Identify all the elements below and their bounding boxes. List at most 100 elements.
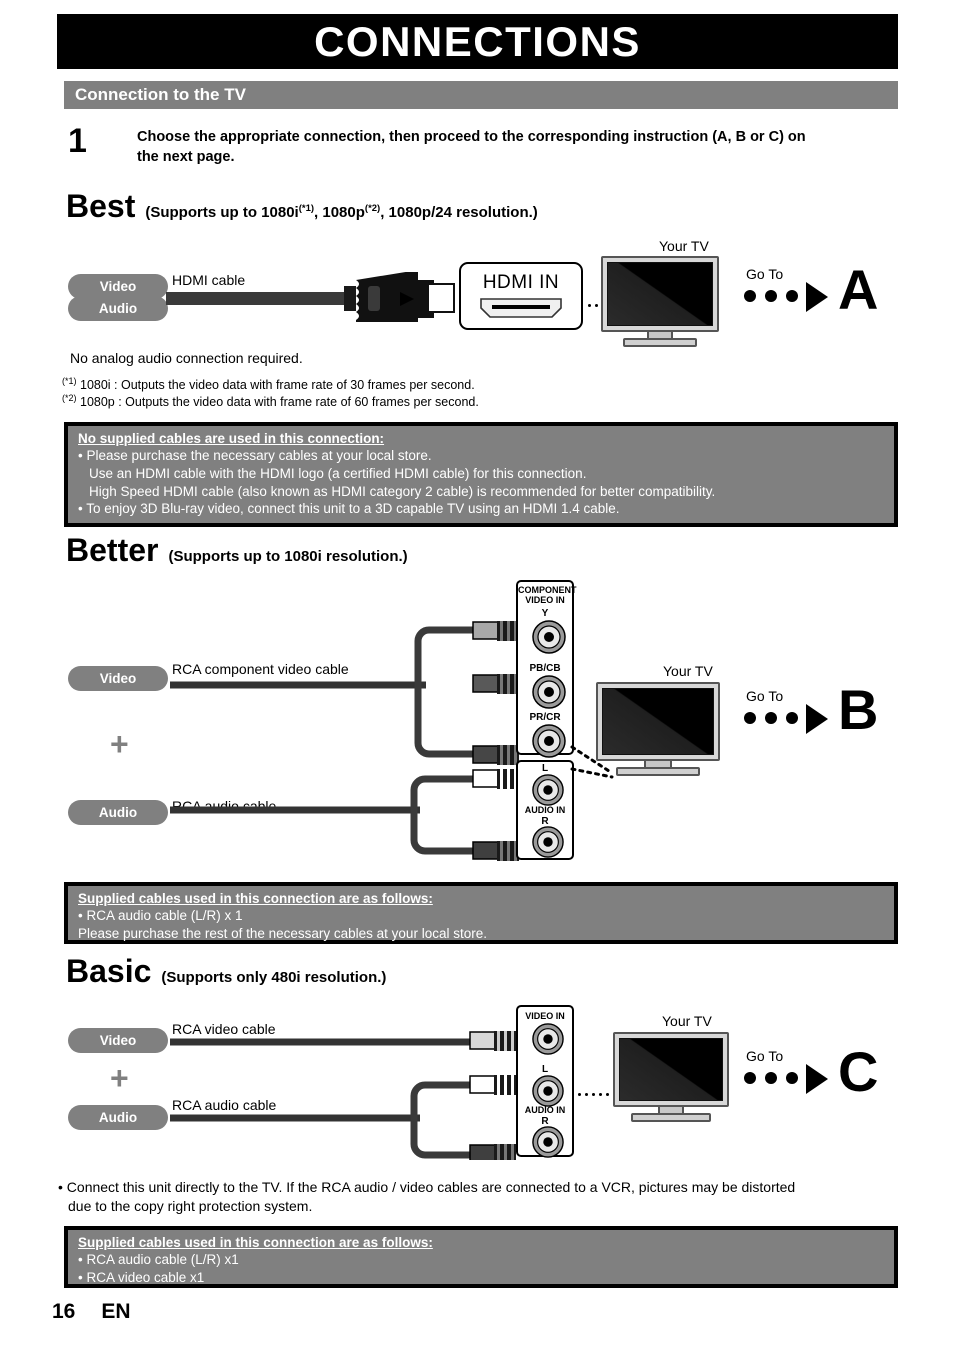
section-header-bar: Connection to the TV (64, 81, 898, 109)
note-better-line-1: • RCA audio cable (L/R) x 1 (78, 908, 243, 923)
better-rca-jack-r-icon (532, 826, 564, 858)
basic-jack-label-l: L (541, 1064, 549, 1075)
basic-plus-sign: + (110, 1060, 129, 1096)
best-goto-dots (744, 290, 798, 302)
tier-heading-basic: Basic (Supports only 480i resolution.) (66, 955, 386, 987)
best-goto-group: Go To A (744, 262, 894, 336)
basic-pill-video: Video (68, 1028, 168, 1053)
basic-caution-text: • Connect this unit directly to the TV. … (58, 1178, 898, 1217)
hdmi-in-jack-box: HDMI IN (459, 262, 583, 330)
tier-basic-subtitle: (Supports only 480i resolution.) (161, 969, 387, 986)
note-best-header: No supplied cables are used in this conn… (78, 431, 385, 446)
note-box-better: Supplied cables used in this connection … (64, 882, 898, 944)
best-your-tv-label: Your TV (659, 238, 709, 254)
note-basic-line-2: • RCA video cable x1 (78, 1269, 205, 1285)
footnote-1-text: 1080i : Outputs the video data with fram… (80, 378, 475, 393)
tier-best-sub-pre: (Supports up to 1080i (145, 204, 299, 221)
better-tv-bezel (596, 682, 720, 761)
jack-label-pr: PR/CR (529, 712, 561, 723)
basic-dotted-connector (578, 1083, 613, 1101)
tier-better-subtitle: (Supports up to 1080i resolution.) (168, 548, 408, 565)
basic-tv-stand (631, 1113, 711, 1122)
basic-tv-screen (619, 1038, 723, 1101)
tier-best-sub-post: , 1080p/24 resolution.) (380, 204, 538, 221)
tier-best-sup1: (*1) (298, 203, 315, 214)
rca-jack-pr-icon (532, 724, 566, 758)
step-instruction: Choose the appropriate connection, then … (137, 129, 806, 165)
tier-best-sup2: (*2) (364, 203, 381, 214)
better-goto-letter: B (838, 678, 879, 741)
better-rca-jack-l-icon (532, 774, 564, 806)
page-title-banner: CONNECTIONS (57, 14, 898, 69)
note-box-basic: Supplied cables used in this connection … (64, 1226, 898, 1288)
best-tv-screen (607, 262, 713, 326)
basic-pill-audio: Audio (68, 1105, 168, 1130)
jack-label-y: Y (541, 608, 549, 619)
page-number: 16 (52, 1300, 76, 1323)
jack-label-pb: PB/CB (529, 663, 561, 674)
basic-caution-line-1: • Connect this unit directly to the TV. … (58, 1179, 796, 1195)
basic-goto-label: Go To (746, 1048, 784, 1064)
basic-goto-letter: C (838, 1040, 879, 1103)
best-goto-letter: A (838, 258, 879, 321)
language-code: EN (101, 1300, 131, 1323)
basic-cables-graphic (170, 1031, 516, 1160)
better-tv-stand (616, 767, 700, 776)
component-video-jack-panel: COMPONENT VIDEO IN Y PB/CB PR/CR (516, 580, 577, 758)
basic-rca-jack-l-icon (532, 1075, 564, 1107)
note-best-line-1: • Please purchase the necessary cables a… (78, 448, 432, 463)
rca-jack-y-icon (532, 620, 566, 654)
section-header-label: Connection to the TV (75, 85, 246, 104)
better-your-tv-label: Your TV (663, 663, 713, 679)
better-pill-video: Video (68, 666, 168, 691)
note-best-line-2: Use an HDMI cable with the HDMI logo (a … (89, 465, 587, 481)
better-cables-graphic (170, 621, 519, 861)
better-audio-panel-title: AUDIO IN (524, 805, 566, 815)
note-better-header: Supplied cables used in this connection … (78, 891, 433, 906)
best-tv-stand (623, 338, 697, 347)
best-tv-bezel (601, 256, 719, 332)
footnote-1: (*1) 1080i : Outputs the video data with… (62, 376, 475, 392)
tier-best-sub-mid: , 1080p (314, 204, 365, 221)
basic-rca-jack-r-icon (532, 1126, 564, 1158)
step-number: 1 (68, 122, 87, 160)
component-panel-title-line1: COMPONENT (518, 585, 577, 595)
basic-jack-panel: VIDEO IN L AUDIO IN R (516, 1005, 574, 1158)
better-goto-arrow-icon (806, 704, 828, 734)
note-box-best: No supplied cables are used in this conn… (64, 422, 898, 527)
basic-goto-group: Go To C (744, 1044, 894, 1118)
tier-best-word: Best (66, 188, 136, 224)
page-footer: 16 EN (52, 1300, 131, 1324)
best-no-analog-note: No analog audio connection required. (70, 350, 303, 366)
better-goto-dots (744, 712, 798, 724)
note-basic-line-1: • RCA audio cable (L/R) x1 (78, 1252, 239, 1267)
best-goto-label: Go To (746, 266, 784, 282)
basic-rca-jack-video-icon (532, 1023, 564, 1055)
better-tv-graphic (596, 682, 720, 776)
better-goto-label: Go To (746, 688, 784, 704)
tier-heading-best: Best (Supports up to 1080i(*1), 1080p(*2… (66, 190, 538, 222)
better-audio-jack-panel: L AUDIO IN R (516, 760, 574, 860)
hdmi-cable-graphic (166, 272, 455, 322)
footnote-2: (*2) 1080p : Outputs the video data with… (62, 393, 479, 409)
component-panel-title-line2: VIDEO IN (525, 595, 565, 606)
better-tv-screen (602, 688, 714, 755)
page-title: CONNECTIONS (314, 17, 641, 65)
footnote-1-marker: (*1) (62, 376, 77, 386)
tier-best-subtitle: (Supports up to 1080i(*1), 1080p(*2), 10… (145, 203, 537, 221)
footnote-2-marker: (*2) (62, 393, 77, 403)
best-tv-graphic (601, 256, 719, 347)
basic-goto-dots (744, 1072, 798, 1084)
better-pill-audio: Audio (68, 800, 168, 825)
hdmi-in-label: HDMI IN (482, 272, 560, 293)
basic-goto-arrow-icon (806, 1064, 828, 1094)
tier-heading-better: Better (Supports up to 1080i resolution.… (66, 534, 408, 566)
note-best-line-4: • To enjoy 3D Blu-ray video, connect thi… (78, 501, 620, 517)
tier-better-word: Better (66, 532, 159, 568)
better-goto-group: Go To B (744, 682, 894, 758)
basic-caution-line-2: due to the copy right protection system. (68, 1198, 313, 1215)
manual-page: CONNECTIONS Connection to the TV 1 Choos… (0, 0, 954, 1348)
footnote-2-text: 1080p : Outputs the video data with fram… (80, 395, 479, 410)
basic-tv-graphic (613, 1032, 729, 1122)
better-jack-label-l: L (541, 763, 549, 774)
